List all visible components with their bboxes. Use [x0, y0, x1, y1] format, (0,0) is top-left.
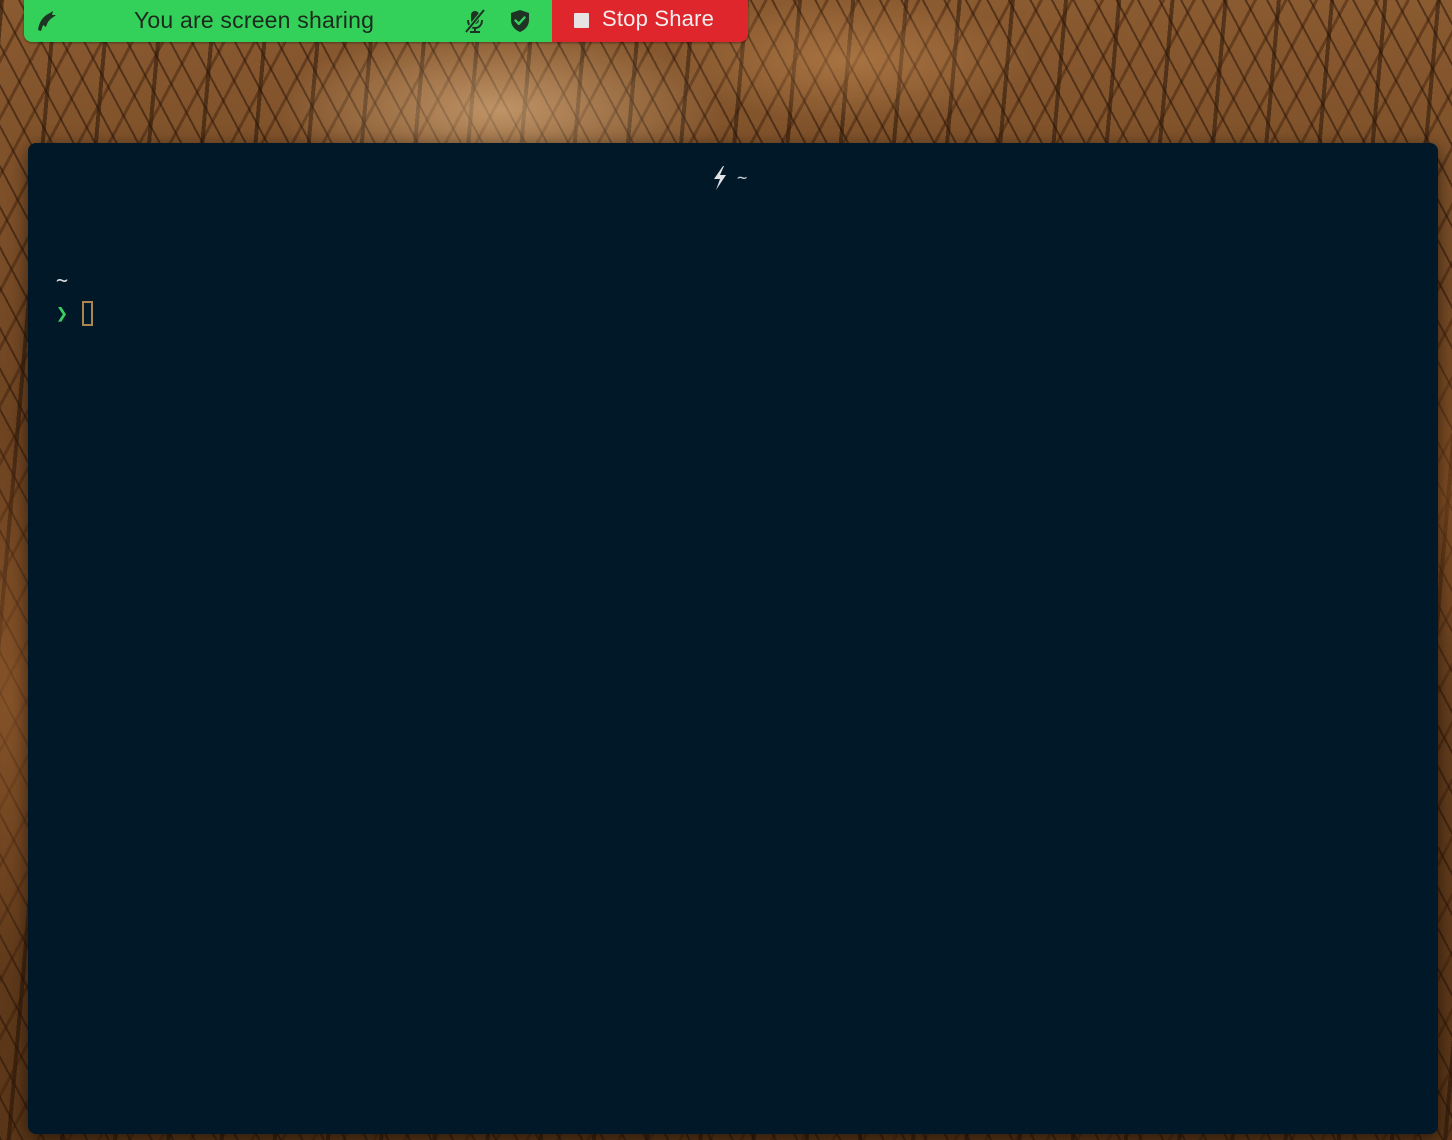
mic-muted-icon[interactable]: [462, 8, 488, 34]
terminal-title-text: ~: [737, 168, 748, 188]
lightning-bolt-icon: [714, 166, 726, 190]
current-directory: ~: [56, 268, 69, 292]
share-status-panel[interactable]: You are screen sharing: [24, 0, 552, 42]
terminal-title: ~: [711, 165, 747, 191]
prompt-symbol: ❯: [56, 301, 69, 325]
stop-square-icon: [574, 13, 589, 28]
prompt-line[interactable]: ❯: [56, 295, 93, 331]
stop-share-button[interactable]: Stop Share: [552, 0, 748, 42]
shield-check-icon[interactable]: [508, 8, 532, 34]
app-logo-icon: [38, 11, 56, 31]
terminal-window[interactable]: ~ ~ ❯: [28, 143, 1438, 1134]
screen-share-bar: You are screen sharing Stop Share: [24, 0, 748, 42]
text-cursor: [82, 300, 93, 326]
stop-share-label: Stop Share: [602, 6, 715, 31]
terminal-titlebar[interactable]: ~: [28, 143, 1438, 215]
share-status-text: You are screen sharing: [134, 7, 375, 33]
terminal-output[interactable]: ~ ❯: [56, 265, 93, 331]
